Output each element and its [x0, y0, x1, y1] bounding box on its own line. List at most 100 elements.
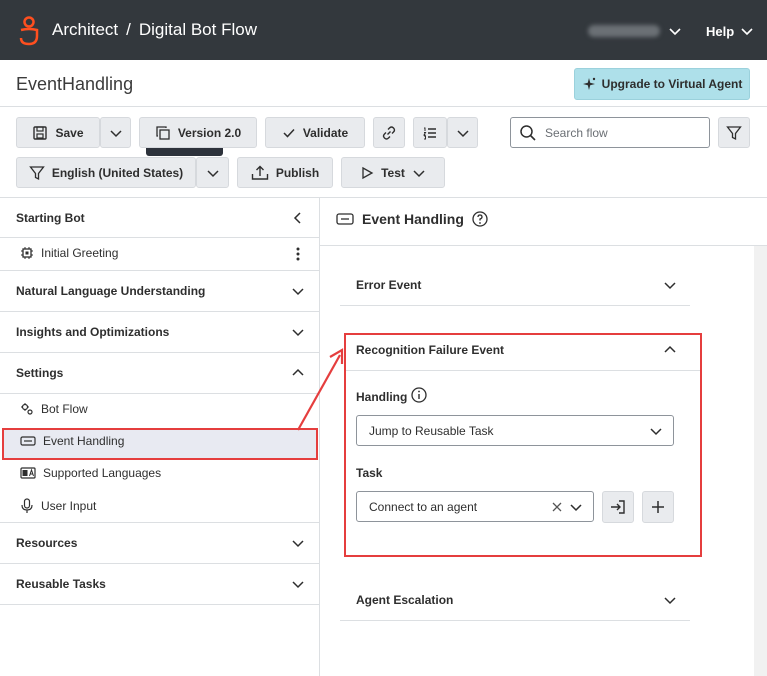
plus-icon	[652, 501, 664, 513]
supported-languages-label: Supported Languages	[43, 466, 162, 480]
panel-title: Event Handling	[336, 211, 488, 227]
chevron-down-icon	[456, 129, 469, 137]
chevron-down-icon[interactable]	[291, 284, 305, 298]
search-placeholder: Search flow	[545, 125, 608, 140]
chevron-left-icon[interactable]	[291, 211, 305, 225]
section-title: Reusable Tasks	[16, 577, 106, 591]
section-reusable-tasks[interactable]: Reusable Tasks	[0, 564, 319, 605]
filter-icon	[29, 165, 45, 180]
search-flow-input[interactable]: Search flow	[510, 117, 710, 148]
section-title: Insights and Optimizations	[16, 325, 170, 339]
breadcrumb-separator: /	[126, 20, 131, 39]
version-label: Version 2.0	[177, 125, 242, 140]
chevron-down-icon[interactable]	[740, 24, 754, 38]
app-name[interactable]: Architect	[52, 20, 118, 39]
section-title: Resources	[16, 536, 78, 550]
validate-button[interactable]: Validate	[265, 117, 365, 148]
breadcrumb: Architect / Digital Bot Flow	[52, 20, 257, 40]
section-title: Starting Bot	[16, 211, 85, 225]
sidebar-item-initial-greeting[interactable]: Initial Greeting	[0, 238, 319, 271]
user-menu[interactable]	[588, 25, 660, 37]
numbered-list-icon	[423, 127, 436, 139]
info-icon[interactable]	[411, 387, 427, 403]
chevron-down-icon	[109, 129, 122, 137]
more-vertical-icon[interactable]	[293, 247, 303, 261]
divider	[340, 620, 690, 621]
publish-button[interactable]: Publish	[237, 157, 333, 188]
sidebar-item-user-input[interactable]: User Input	[20, 498, 96, 514]
search-icon	[520, 124, 536, 141]
divider	[320, 245, 767, 246]
task-select[interactable]: Connect to an agent	[356, 491, 594, 522]
save-icon	[33, 125, 48, 140]
version-button[interactable]: Version 2.0	[139, 117, 257, 148]
chevron-down-icon[interactable]	[668, 24, 682, 38]
divider	[0, 393, 319, 394]
language-button[interactable]: English (United States)	[16, 157, 196, 188]
test-label: Test	[381, 165, 405, 180]
chevron-up-icon[interactable]	[663, 343, 677, 357]
sidebar-item-bot-flow[interactable]: Bot Flow	[20, 402, 88, 416]
accordion-error-event[interactable]: Error Event	[356, 278, 421, 292]
list-button[interactable]	[413, 117, 447, 148]
divider	[340, 305, 690, 306]
filter-icon	[726, 125, 742, 140]
filter-button[interactable]	[718, 117, 750, 148]
microphone-icon	[21, 498, 33, 513]
copy-icon	[156, 125, 170, 140]
initial-greeting-label: Initial Greeting	[41, 246, 119, 260]
language-label: English (United States)	[51, 165, 184, 180]
accordion-recognition-failure[interactable]: Recognition Failure Event	[356, 343, 504, 357]
chevron-down-icon[interactable]	[291, 325, 305, 339]
chevron-down-icon	[650, 428, 662, 436]
test-button[interactable]: Test	[341, 157, 445, 188]
genesys-logo-icon	[19, 16, 39, 46]
task-label: Task	[356, 466, 383, 480]
sign-in-icon	[611, 500, 625, 514]
section-starting-bot[interactable]: Starting Bot	[0, 198, 319, 238]
chevron-down-icon[interactable]	[663, 278, 677, 292]
language-options-button[interactable]	[196, 157, 229, 188]
chevron-down-icon	[413, 169, 425, 177]
go-to-task-button[interactable]	[602, 491, 634, 523]
divider	[0, 106, 767, 107]
sidebar-item-supported-languages[interactable]: Supported Languages	[20, 466, 161, 480]
help-circle-icon[interactable]	[472, 211, 488, 227]
check-icon	[283, 128, 295, 138]
handling-select[interactable]: Jump to Reusable Task	[356, 415, 674, 446]
handling-label: Handling	[356, 390, 408, 404]
section-title: Settings	[16, 366, 64, 380]
gears-icon	[21, 403, 33, 415]
list-options-button[interactable]	[447, 117, 478, 148]
clear-icon[interactable]	[551, 501, 563, 513]
chevron-down-icon[interactable]	[663, 593, 677, 607]
save-button[interactable]: Save	[16, 117, 100, 148]
event-handling-label: Event Handling	[43, 434, 125, 448]
chevron-down-icon	[206, 169, 219, 177]
validate-label: Validate	[302, 125, 349, 140]
language-icon	[20, 467, 36, 479]
section-insights[interactable]: Insights and Optimizations	[0, 312, 319, 353]
chevron-down-icon[interactable]	[291, 536, 305, 550]
initial-greeting-item[interactable]: Initial Greeting	[20, 246, 118, 260]
save-label: Save	[55, 125, 84, 140]
section-nlu[interactable]: Natural Language Understanding	[0, 271, 319, 312]
upgrade-button[interactable]: Upgrade to Virtual Agent	[574, 68, 750, 100]
chip-icon	[21, 247, 33, 259]
scrollbar[interactable]	[754, 246, 767, 676]
sidebar-item-event-handling[interactable]: Event Handling	[20, 434, 124, 448]
upgrade-label: Upgrade to Virtual Agent	[601, 77, 743, 91]
help-menu[interactable]: Help	[706, 24, 734, 39]
play-icon	[362, 166, 374, 179]
section-resources[interactable]: Resources	[0, 523, 319, 564]
accordion-agent-escalation[interactable]: Agent Escalation	[356, 593, 453, 607]
chevron-down-icon[interactable]	[291, 577, 305, 591]
divider	[346, 370, 700, 371]
publish-label: Publish	[275, 165, 320, 180]
publish-icon	[251, 165, 269, 180]
add-task-button[interactable]	[642, 491, 674, 523]
save-options-button[interactable]	[100, 117, 131, 148]
link-button[interactable]	[373, 117, 405, 148]
bot-flow-label: Bot Flow	[41, 402, 88, 416]
section-settings[interactable]: Settings	[0, 353, 319, 394]
